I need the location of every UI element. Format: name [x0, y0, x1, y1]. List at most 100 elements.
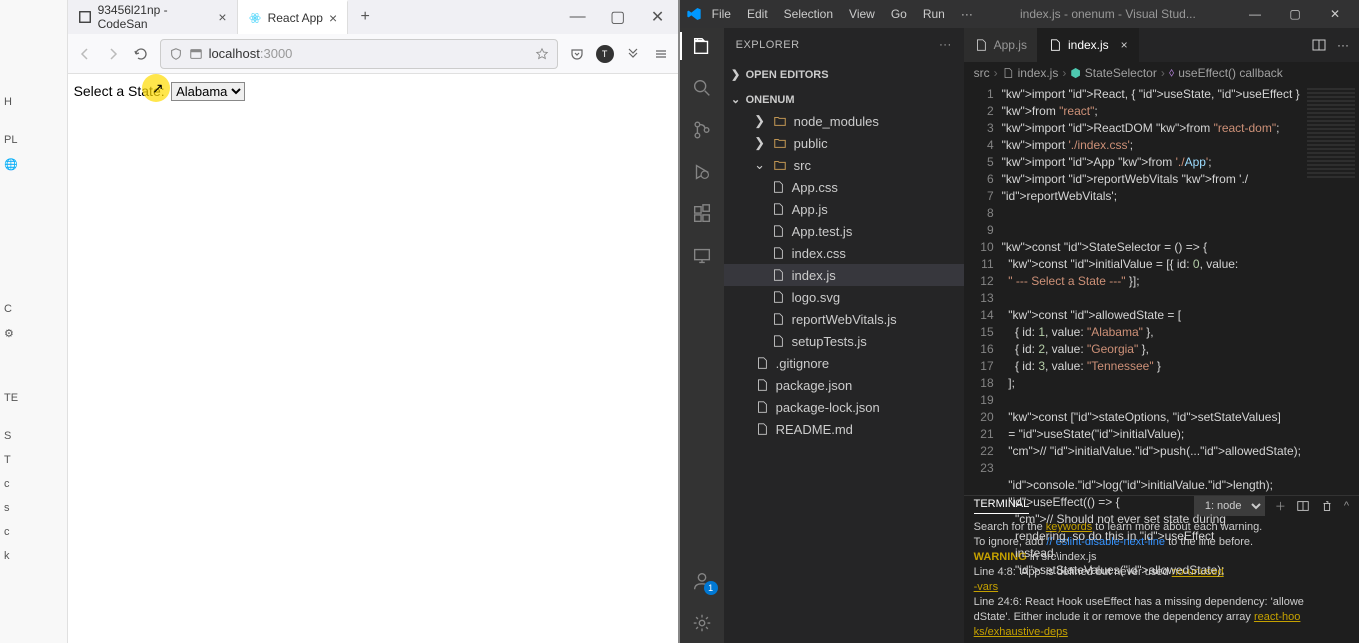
codesandbox-favicon-icon	[78, 10, 92, 24]
minimize-button[interactable]: —	[1237, 7, 1273, 21]
hamburger-menu-icon[interactable]	[652, 45, 670, 63]
forward-button[interactable]	[104, 45, 122, 63]
kill-terminal-icon[interactable]	[1320, 499, 1334, 513]
js-file-icon	[974, 38, 988, 52]
browser-tab-react-app[interactable]: React App ×	[238, 0, 349, 34]
folder-item[interactable]: ⌄src	[724, 154, 964, 176]
minimap[interactable]	[1303, 84, 1359, 495]
browser-page-content: Select a State: Alabama	[68, 74, 678, 643]
extensions-icon[interactable]	[690, 202, 714, 226]
file-icon	[770, 311, 786, 327]
sidebar-more-icon[interactable]: ···	[939, 39, 952, 51]
explorer-icon[interactable]	[690, 34, 714, 58]
search-icon[interactable]	[690, 76, 714, 100]
back-button[interactable]	[76, 45, 94, 63]
editor-tab-index-js[interactable]: index.js ×	[1038, 28, 1139, 62]
menu-run[interactable]: Run	[917, 7, 951, 21]
folder-icon	[772, 135, 788, 151]
file-icon	[770, 223, 786, 239]
tree-item-label: .gitignore	[776, 356, 829, 371]
new-tab-button[interactable]: +	[348, 0, 382, 34]
bookmark-star-icon[interactable]	[535, 47, 549, 61]
file-icon	[754, 355, 770, 371]
file-item[interactable]: README.md	[724, 418, 964, 440]
chevron-down-icon: ⌄	[730, 93, 742, 106]
tree-item-label: App.css	[792, 180, 838, 195]
background-page-strip: H PL 🌐 C ⚙ TE S T c s c k	[0, 0, 68, 643]
browser-window: 93456l21np - CodeSan × React App × + — ▢…	[68, 0, 680, 643]
menu-selection[interactable]: Selection	[778, 7, 839, 21]
maximize-button[interactable]: ▢	[598, 0, 638, 34]
window-controls: — ▢ ✕	[558, 0, 678, 34]
editor-tab-app-js[interactable]: App.js	[964, 28, 1038, 62]
accounts-icon[interactable]: 1	[690, 569, 714, 593]
window-title: index.js - onenum - Visual Stud...	[983, 7, 1233, 21]
folder-item[interactable]: ❯public	[724, 132, 964, 154]
settings-gear-icon[interactable]	[690, 611, 714, 635]
tree-item-label: setupTests.js	[792, 334, 867, 349]
vscode-logo-icon	[686, 6, 702, 22]
editor-more-icon[interactable]: ···	[1337, 38, 1349, 52]
file-icon	[754, 399, 770, 415]
minimize-button[interactable]: —	[558, 0, 598, 34]
url-bar[interactable]: localhost:3000	[160, 39, 558, 69]
file-icon	[770, 289, 786, 305]
run-debug-icon[interactable]	[690, 160, 714, 184]
menu-go[interactable]: Go	[885, 7, 913, 21]
explorer-sidebar: EXPLORER ··· ❯OPEN EDITORS ⌄ONENUM ❯node…	[724, 28, 964, 643]
split-editor-icon[interactable]	[1311, 37, 1327, 53]
pocket-icon[interactable]	[568, 45, 586, 63]
menu-view[interactable]: View	[843, 7, 881, 21]
file-item[interactable]: App.js	[724, 198, 964, 220]
file-item[interactable]: reportWebVitals.js	[724, 308, 964, 330]
browser-toolbar: localhost:3000 T	[68, 34, 678, 74]
file-item[interactable]: index.js	[724, 264, 964, 286]
editor-area: App.js index.js × ··· src› index.js› ⬢ S…	[964, 28, 1359, 643]
vscode-titlebar: File Edit Selection View Go Run ··· inde…	[680, 0, 1359, 28]
project-section[interactable]: ⌄ONENUM	[724, 89, 964, 110]
close-button[interactable]: ✕	[638, 0, 678, 34]
file-icon	[770, 201, 786, 217]
menu-file[interactable]: File	[706, 7, 737, 21]
file-icon	[754, 377, 770, 393]
close-icon[interactable]: ×	[329, 10, 337, 26]
file-item[interactable]: App.test.js	[724, 220, 964, 242]
file-item[interactable]: setupTests.js	[724, 330, 964, 352]
close-icon[interactable]: ×	[218, 9, 226, 25]
tree-item-label: index.css	[792, 246, 846, 261]
state-select[interactable]: Alabama	[171, 82, 245, 101]
remote-icon[interactable]	[690, 244, 714, 268]
account-icon[interactable]: T	[596, 45, 614, 63]
source-control-icon[interactable]	[690, 118, 714, 142]
overflow-icon[interactable]	[624, 45, 642, 63]
code-editor[interactable]: "kw">import "id">React, { "id">useState,…	[1002, 84, 1303, 495]
folder-icon	[772, 157, 788, 173]
maximize-button[interactable]: ▢	[1277, 7, 1313, 21]
file-item[interactable]: logo.svg	[724, 286, 964, 308]
file-item[interactable]: package-lock.json	[724, 396, 964, 418]
folder-item[interactable]: ❯node_modules	[724, 110, 964, 132]
file-item[interactable]: App.css	[724, 176, 964, 198]
tree-item-label: src	[794, 158, 811, 173]
browser-tabbar: 93456l21np - CodeSan × React App × + — ▢…	[68, 0, 678, 34]
shield-icon	[169, 47, 183, 61]
react-favicon-icon	[248, 11, 262, 25]
close-icon[interactable]: ×	[1121, 38, 1128, 52]
browser-tab-codesandbox[interactable]: 93456l21np - CodeSan ×	[68, 0, 238, 34]
browser-tab-label: 93456l21np - CodeSan	[98, 3, 213, 31]
tree-item-label: App.test.js	[792, 224, 853, 239]
file-item[interactable]: package.json	[724, 374, 964, 396]
symbol-icon: ⬢	[1070, 66, 1080, 80]
close-button[interactable]: ✕	[1317, 7, 1353, 21]
tree-item-label: logo.svg	[792, 290, 840, 305]
file-item[interactable]: index.css	[724, 242, 964, 264]
menu-overflow-icon[interactable]: ···	[955, 7, 979, 21]
accounts-badge: 1	[704, 581, 718, 595]
open-editors-section[interactable]: ❯OPEN EDITORS	[724, 64, 964, 85]
breadcrumb[interactable]: src› index.js› ⬢ StateSelector› ⬨ useEff…	[964, 62, 1359, 84]
menu-edit[interactable]: Edit	[741, 7, 774, 21]
reload-button[interactable]	[132, 45, 150, 63]
vscode-window: File Edit Selection View Go Run ··· inde…	[680, 0, 1359, 643]
file-item[interactable]: .gitignore	[724, 352, 964, 374]
maximize-panel-icon[interactable]: ^	[1344, 500, 1349, 512]
